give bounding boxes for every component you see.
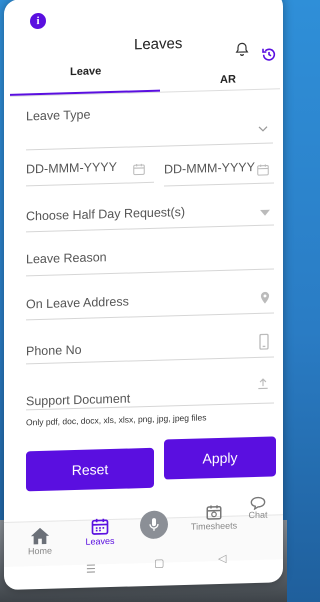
field-underline: [26, 224, 274, 233]
upload-icon[interactable]: [256, 377, 270, 391]
chevron-down-icon: [258, 126, 268, 132]
info-icon[interactable]: i: [30, 12, 46, 30]
chat-icon: [250, 496, 266, 511]
nav-leaves[interactable]: Leaves: [74, 516, 126, 547]
half-day-select[interactable]: Choose Half Day Request(s): [26, 205, 185, 223]
nav-home[interactable]: Home: [14, 525, 66, 556]
nav-mic[interactable]: [140, 510, 168, 540]
support-document-field[interactable]: Support Document: [26, 391, 130, 408]
calendar-icon: [257, 164, 269, 176]
nav-label: Leaves: [85, 535, 115, 547]
leave-reason-input[interactable]: Leave Reason: [26, 250, 107, 266]
tab-bar: Leave AR: [10, 60, 280, 98]
location-pin-icon: [260, 291, 270, 304]
phone-screen: i Leaves Leave AR Leave Type DD-MMM-YYYY…: [4, 0, 283, 590]
nav-label: Home: [27, 545, 52, 557]
to-date-field[interactable]: DD-MMM-YYYY: [164, 160, 255, 177]
nav-label: Timesheets: [190, 520, 238, 532]
apply-button[interactable]: Apply: [164, 436, 276, 480]
field-underline: [164, 182, 274, 187]
reset-button[interactable]: Reset: [26, 447, 154, 492]
bell-icon[interactable]: [234, 41, 250, 57]
tab-leave[interactable]: Leave: [70, 65, 101, 78]
from-date-field[interactable]: DD-MMM-YYYY: [26, 160, 117, 177]
calendar-icon: [91, 518, 109, 535]
nav-label: Chat: [248, 509, 268, 521]
back-icon[interactable]: ◁: [218, 552, 226, 565]
file-type-hint: Only pdf, doc, docx, xls, xlsx, png, jpg…: [26, 412, 207, 428]
menu-icon[interactable]: ☰: [86, 562, 96, 575]
field-underline: [26, 268, 274, 277]
field-underline: [26, 356, 274, 365]
field-underline: [26, 142, 273, 151]
page-title: Leaves: [134, 35, 183, 54]
phone-icon: [259, 333, 269, 350]
leave-type-select[interactable]: Leave Type: [26, 108, 90, 124]
timesheet-icon: [206, 505, 222, 520]
home-square-icon[interactable]: ▢: [154, 557, 164, 570]
home-icon: [30, 527, 50, 545]
leave-address-input[interactable]: On Leave Address: [26, 295, 129, 312]
phone-input[interactable]: Phone No: [26, 343, 82, 359]
field-underline: [26, 181, 154, 187]
calendar-icon: [133, 163, 145, 176]
tab-ar[interactable]: AR: [220, 74, 236, 86]
dropdown-arrow-icon: [260, 209, 270, 216]
app-header: i Leaves: [4, 0, 283, 70]
field-underline: [26, 312, 274, 321]
nav-chat[interactable]: Chat: [238, 495, 278, 520]
nav-timesheets[interactable]: Timesheets: [188, 502, 240, 532]
mic-icon: [149, 518, 159, 531]
